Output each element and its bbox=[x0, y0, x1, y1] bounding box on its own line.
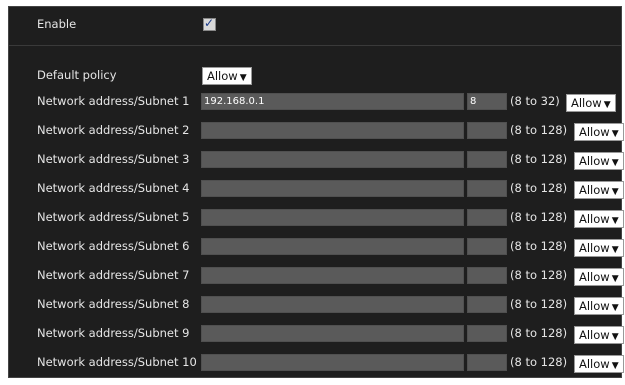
subnet-row: Network address/Subnet 4 (8 to 128) Allow ▼ bbox=[9, 178, 624, 200]
default-policy-label: Default policy bbox=[37, 68, 117, 82]
chevron-down-icon: ▼ bbox=[603, 100, 611, 110]
subnet-label: Network address/Subnet 10 bbox=[37, 355, 197, 369]
default-policy-value: Allow bbox=[207, 69, 238, 83]
subnet-range-hint: (8 to 128) bbox=[510, 210, 568, 224]
network-address-input[interactable] bbox=[201, 151, 464, 168]
default-policy-select[interactable]: Allow ▼ bbox=[202, 67, 252, 85]
subnet-policy-value: Allow bbox=[579, 154, 610, 168]
subnet-policy-value: Allow bbox=[579, 270, 610, 284]
subnet-range-hint: (8 to 128) bbox=[510, 123, 568, 137]
chevron-down-icon: ▼ bbox=[611, 216, 619, 226]
section-divider bbox=[9, 45, 621, 46]
subnet-policy-select[interactable]: Allow ▼ bbox=[574, 239, 624, 257]
subnet-policy-select[interactable]: Allow ▼ bbox=[574, 355, 624, 373]
subnet-row: Network address/Subnet 3 (8 to 128) Allow ▼ bbox=[9, 149, 624, 171]
subnet-range-hint: (8 to 128) bbox=[510, 181, 568, 195]
subnet-policy-select[interactable]: Allow ▼ bbox=[574, 268, 624, 286]
chevron-down-icon: ▼ bbox=[611, 332, 619, 342]
subnet-policy-value: Allow bbox=[579, 357, 610, 371]
subnet-mask-input[interactable] bbox=[467, 325, 507, 342]
subnet-label: Network address/Subnet 4 bbox=[37, 181, 190, 195]
subnet-policy-value: Allow bbox=[579, 212, 610, 226]
network-address-input[interactable] bbox=[201, 354, 464, 371]
subnet-policy-value: Allow bbox=[571, 96, 602, 110]
network-address-input[interactable] bbox=[201, 238, 464, 255]
network-address-input[interactable] bbox=[201, 296, 464, 313]
subnet-policy-select[interactable]: Allow ▼ bbox=[574, 181, 624, 199]
subnet-range-hint: (8 to 128) bbox=[510, 239, 568, 253]
network-address-input[interactable] bbox=[201, 122, 464, 139]
subnet-policy-select[interactable]: Allow ▼ bbox=[574, 326, 624, 344]
chevron-down-icon: ▼ bbox=[611, 187, 619, 197]
network-address-input[interactable] bbox=[201, 180, 464, 197]
subnet-mask-input[interactable] bbox=[467, 267, 507, 284]
subnet-range-hint: (8 to 128) bbox=[510, 152, 568, 166]
subnet-label: Network address/Subnet 9 bbox=[37, 326, 190, 340]
subnet-mask-input[interactable]: 8 bbox=[467, 93, 507, 110]
enable-checkbox[interactable]: ✓ bbox=[203, 16, 216, 31]
network-address-input[interactable] bbox=[201, 325, 464, 342]
subnet-range-hint: (8 to 128) bbox=[510, 297, 568, 311]
subnet-mask-input[interactable] bbox=[467, 122, 507, 139]
subnet-policy-value: Allow bbox=[579, 241, 610, 255]
subnet-policy-value: Allow bbox=[579, 328, 610, 342]
subnet-row: Network address/Subnet 2 (8 to 128) Allow ▼ bbox=[9, 120, 624, 142]
subnet-row: Network address/Subnet 9 (8 to 128) Allow ▼ bbox=[9, 323, 624, 345]
chevron-down-icon: ▼ bbox=[611, 303, 619, 313]
subnet-policy-select[interactable]: Allow ▼ bbox=[574, 210, 624, 228]
enable-row: Enable ✓ bbox=[9, 14, 623, 36]
default-policy-row: Default policy Allow ▼ bbox=[9, 65, 623, 87]
subnet-label: Network address/Subnet 3 bbox=[37, 152, 190, 166]
subnet-row: Network address/Subnet 6 (8 to 128) Allow ▼ bbox=[9, 236, 624, 258]
subnet-mask-input[interactable] bbox=[467, 180, 507, 197]
subnet-range-hint: (8 to 32) bbox=[510, 94, 560, 108]
subnet-row: Network address/Subnet 10 (8 to 128) Allow… bbox=[9, 352, 624, 374]
network-address-input[interactable] bbox=[201, 209, 464, 226]
subnet-label: Network address/Subnet 5 bbox=[37, 210, 190, 224]
subnet-row: Network address/Subnet 1 192.168.0.1 8 (8 t… bbox=[9, 91, 623, 113]
chevron-down-icon: ▼ bbox=[611, 129, 619, 139]
chevron-down-icon: ▼ bbox=[239, 73, 247, 83]
subnet-row: Network address/Subnet 8 (8 to 128) Allow ▼ bbox=[9, 294, 624, 316]
subnet-mask-input[interactable] bbox=[467, 354, 507, 371]
subnet-policy-select[interactable]: Allow ▼ bbox=[566, 94, 616, 112]
chevron-down-icon: ▼ bbox=[611, 361, 619, 371]
subnet-policy-value: Allow bbox=[579, 183, 610, 197]
subnet-label: Network address/Subnet 7 bbox=[37, 268, 190, 282]
chevron-down-icon: ▼ bbox=[611, 245, 619, 255]
subnet-label: Network address/Subnet 2 bbox=[37, 123, 190, 137]
network-address-input[interactable]: 192.168.0.1 bbox=[201, 93, 464, 110]
subnet-range-hint: (8 to 128) bbox=[510, 268, 568, 282]
subnet-label: Network address/Subnet 6 bbox=[37, 239, 190, 253]
subnet-mask-input[interactable] bbox=[467, 296, 507, 313]
chevron-down-icon: ▼ bbox=[611, 274, 619, 284]
subnet-range-hint: (8 to 128) bbox=[510, 355, 568, 369]
network-address-input[interactable] bbox=[201, 267, 464, 284]
checkmark-icon: ✓ bbox=[204, 16, 215, 30]
subnet-policy-value: Allow bbox=[579, 125, 610, 139]
subnet-row: Network address/Subnet 5 (8 to 128) Allow ▼ bbox=[9, 207, 624, 229]
subnet-mask-input[interactable] bbox=[467, 209, 507, 226]
subnet-label: Network address/Subnet 1 bbox=[37, 94, 190, 108]
subnet-policy-select[interactable]: Allow ▼ bbox=[574, 123, 624, 141]
chevron-down-icon: ▼ bbox=[611, 158, 619, 168]
subnet-mask-input[interactable] bbox=[467, 238, 507, 255]
subnet-mask-input[interactable] bbox=[467, 151, 507, 168]
access-control-panel: Enable ✓ Default policy Allow ▼ Network a… bbox=[8, 6, 624, 378]
subnet-policy-select[interactable]: Allow ▼ bbox=[574, 152, 624, 170]
subnet-policy-value: Allow bbox=[579, 299, 610, 313]
subnet-policy-select[interactable]: Allow ▼ bbox=[574, 297, 624, 315]
subnet-row: Network address/Subnet 7 (8 to 128) Allow ▼ bbox=[9, 265, 624, 287]
enable-label: Enable bbox=[37, 17, 77, 31]
subnet-range-hint: (8 to 128) bbox=[510, 326, 568, 340]
subnet-label: Network address/Subnet 8 bbox=[37, 297, 190, 311]
